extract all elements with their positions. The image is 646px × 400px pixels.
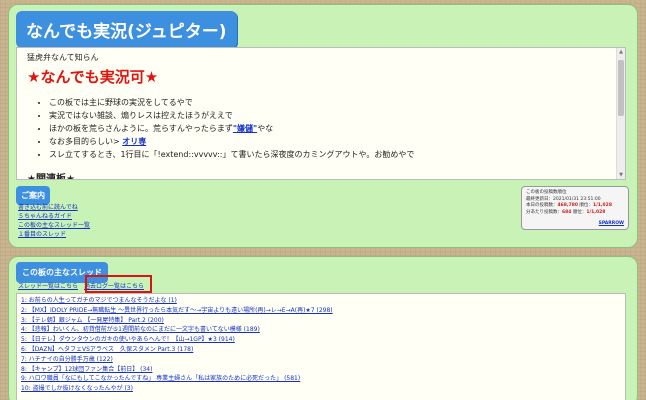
stats-rank: 1/1,028 [586, 209, 606, 215]
thread-link[interactable]: 9: ハロワ職員「なにもしてこなかったんですね」 専業主婦さん「私は家族のために… [21, 374, 621, 384]
rules-headline: ★なんでも実況可★ [27, 68, 159, 86]
thread-link[interactable]: 6: 【DAZN】ヘタフェVSアラベス 久保スタメン Part.3 (178) [21, 345, 621, 355]
board-title: なんでも実況(ジュピター) [16, 11, 237, 48]
thread-link[interactable]: 2: 【MX】IDOLY PRIDE→無職転生 ～異世界行ったら本気だす～→宇宙… [21, 306, 621, 316]
stats-label: 順位： [578, 203, 593, 208]
thread-link[interactable]: 3: 【テレ朝】銀ジャム 【一発屋特集】 Part.2 (200) [21, 316, 621, 326]
orisen-link[interactable]: オリ専 [122, 137, 146, 146]
rules-item: スレ立てするとき、1行目に「!extend::vvvvv::」て書いたら深夜度の… [49, 148, 615, 161]
rules-item: この板では主に野球の実況をしてるやで [49, 96, 615, 109]
rules-item: 実況ではない雑談、煽りレスは控えたほうがええで [49, 109, 615, 122]
thread-link[interactable]: 1: お前らの人生ってガチのマジでつまんなそうだよな (1) [21, 296, 621, 306]
stats-rank: 1/1,028 [592, 203, 612, 208]
stats-label: 最終更新日： [526, 196, 553, 202]
thread-list-all-link[interactable]: スレッド一覧はこちら [18, 283, 78, 290]
guide-link-thread-list[interactable]: この板の主なスレッド一覧 [18, 221, 90, 230]
guide-link-read-first[interactable]: 書き込む前に読んでね [18, 203, 90, 212]
thread-list: 1: お前らの人生ってガチのマジでつまんなそうだよな (1) 2: 【MX】ID… [16, 293, 626, 400]
thread-link[interactable]: 8: 【キャンプ】12球団ファン集合【前日】 (34) [21, 365, 621, 375]
rules-scrollbar[interactable]: ▲ ▼ [616, 48, 625, 179]
rules-list: この板では主に野球の実況をしてるやで 実況ではない雑談、煽りレスは控えたほうがえ… [27, 96, 615, 161]
stats-value: 2021/01/31 23:51:00 [553, 196, 601, 202]
kenmou-link[interactable]: "嫌儲" [233, 124, 257, 133]
rules-item-text: なお多目的らしい> [49, 137, 123, 146]
rules-item-text: やな [257, 124, 274, 133]
stats-label: 分あたり投稿数： [526, 209, 562, 215]
scroll-up-arrow-icon[interactable]: ▲ [617, 48, 625, 56]
stats-value: 468,780 [557, 203, 579, 208]
thread-link[interactable]: 4: 【悲報】わいくん、初貸借前が⑤1週間前なのにまだに一文字も書いてない模様 … [21, 325, 621, 335]
board-header-panel: なんでも実況(ジュピター) 猛虎弁なんて知らん ★なんでも実況可★ この板では主… [8, 4, 638, 248]
rules-item: なお多目的らしい> オリ専 [49, 135, 615, 148]
stats-label: 本日の投稿数： [526, 203, 558, 208]
rules-item: ほかの板を荒らさんように。荒らすんやったらまず"嫌儲"やな [49, 122, 615, 135]
board-rules-box: 猛虎弁なんて知らん ★なんでも実況可★ この板では主に野球の実況をしてるやで 実… [16, 47, 626, 180]
scroll-down-arrow-icon[interactable]: ▼ [617, 171, 625, 179]
past-log-highlight-box [85, 275, 152, 293]
stats-label: 順位： [571, 209, 587, 215]
thread-link[interactable]: 10: 盗撮でしか抜けなくなったんやが (3) [21, 384, 621, 394]
guide-link-5ch-guide[interactable]: ５ちゃんねるガイド [18, 212, 90, 221]
board-stats-box: この板の投稿数順位 最終更新日：2021/01/31 23:51:00 本日の投… [521, 186, 629, 230]
rules-item-text: ほかの板を荒らさんように。荒らすんやったらまず [49, 124, 233, 133]
thread-link[interactable]: 7: ハチナイの自分勝手万歳 (122) [21, 355, 621, 365]
guide-link-first-thread[interactable]: １番目のスレッド [18, 230, 90, 239]
thread-panel: この板の主なスレッド スレッド一覧はこちら 過去ログ一覧はこちら 1: お前らの人… [8, 256, 638, 400]
rules-sub-line: 猛虎弁なんて知らん [27, 53, 99, 62]
stats-per-minute: 分あたり投稿数：684 順位：1/1,028 [526, 210, 624, 217]
guide-links: 書き込む前に読んでね ５ちゃんねるガイド この板の主なスレッド一覧 １番目のスレ… [18, 203, 90, 239]
thread-link[interactable]: 5: 【日テレ】ダウンタウンのガキの使いやあらへんで！【山→1GP】★3 (91… [21, 335, 621, 345]
related-boards-heading: ★関連板★ [27, 174, 75, 180]
stats-value: 684 [562, 209, 572, 215]
scrollbar-thumb[interactable] [618, 60, 624, 116]
sparrow-link[interactable]: SPARROW [599, 221, 624, 228]
